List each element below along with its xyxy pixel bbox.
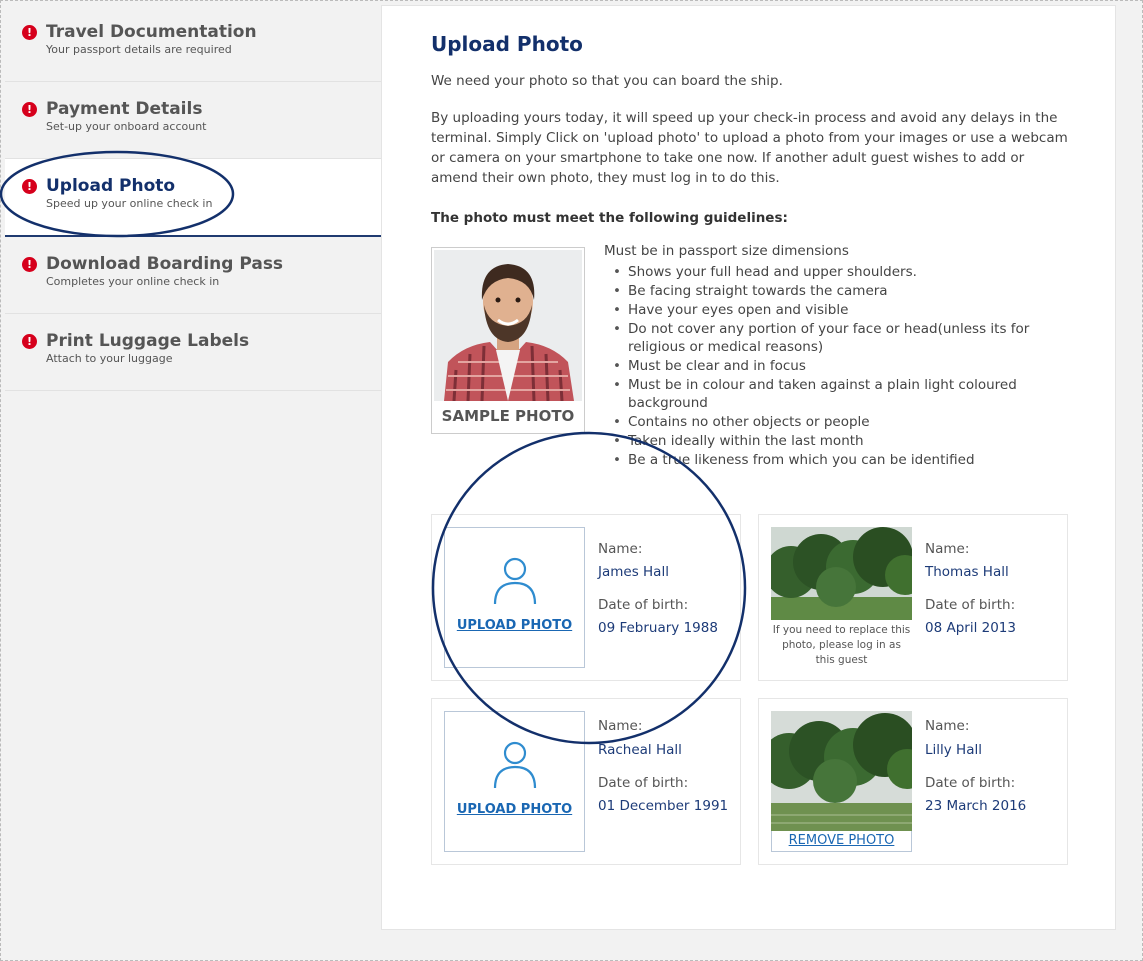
guest-name: James Hall — [598, 564, 669, 580]
sample-photo: SAMPLE PHOTO — [431, 247, 585, 434]
sidebar-item-travel-documentation[interactable]: ! Travel Documentation Your passport det… — [5, 5, 381, 82]
upload-photo-panel: Upload Photo We need your photo so that … — [381, 5, 1116, 930]
guideline-item: Have your eyes open and visible — [613, 301, 1048, 319]
replace-photo-note: If you need to replace this photo, pleas… — [772, 624, 911, 666]
name-label: Name: — [598, 718, 643, 734]
guideline-item: Must be in colour and taken against a pl… — [613, 376, 1048, 412]
sidebar-item-print-luggage-labels[interactable]: ! Print Luggage Labels Attach to your lu… — [5, 314, 381, 391]
remove-photo-button[interactable]: REMOVE PHOTO — [771, 831, 912, 852]
sidebar-item-title: Print Luggage Labels — [46, 331, 250, 351]
upload-photo-slot[interactable]: UPLOAD PHOTO — [444, 527, 585, 668]
sidebar-item-title: Upload Photo — [46, 176, 176, 196]
dob-label: Date of birth: — [598, 775, 689, 791]
guest-name: Racheal Hall — [598, 742, 682, 758]
guest-name: Thomas Hall — [925, 564, 1009, 580]
guideline-item: Taken ideally within the last month — [613, 432, 1048, 450]
checkin-steps-sidebar: ! Travel Documentation Your passport det… — [5, 5, 381, 391]
guest-card-james-hall: UPLOAD PHOTO Name: James Hall Date of bi… — [431, 514, 741, 681]
page-title: Upload Photo — [431, 32, 583, 56]
alert-icon: ! — [22, 257, 37, 272]
guideline-item: Be facing straight towards the camera — [613, 282, 1048, 300]
name-label: Name: — [598, 541, 643, 557]
person-icon — [493, 557, 537, 605]
sidebar-item-download-boarding-pass[interactable]: ! Download Boarding Pass Completes your … — [5, 237, 381, 314]
guest-dob: 09 February 1988 — [598, 620, 718, 636]
name-label: Name: — [925, 541, 970, 557]
guest-dob: 23 March 2016 — [925, 798, 1027, 814]
alert-icon: ! — [22, 334, 37, 349]
sidebar-item-subtitle: Attach to your luggage — [46, 352, 173, 365]
sidebar-item-subtitle: Set-up your onboard account — [46, 120, 207, 133]
guest-dob: 01 December 1991 — [598, 798, 729, 814]
guest-photo-image — [771, 711, 912, 831]
sidebar-item-subtitle: Your passport details are required — [46, 43, 232, 56]
guidelines-list: Shows your full head and upper shoulders… — [613, 263, 1048, 470]
guest-photo-image — [771, 527, 912, 620]
guidelines-heading: The photo must meet the following guidel… — [431, 210, 788, 226]
sidebar-item-title: Payment Details — [46, 99, 203, 119]
sidebar-item-upload-photo[interactable]: ! Upload Photo Speed up your online chec… — [5, 159, 381, 237]
guest-name: Lilly Hall — [925, 742, 982, 758]
intro-text: We need your photo so that you can board… — [431, 73, 783, 89]
sidebar-item-title: Travel Documentation — [46, 22, 257, 42]
guideline-item: Contains no other objects or people — [613, 413, 1048, 431]
guideline-item: Must be clear and in focus — [613, 357, 1048, 375]
rules-intro: Must be in passport size dimensions — [604, 243, 849, 259]
guest-dob: 08 April 2013 — [925, 620, 1016, 636]
dob-label: Date of birth: — [925, 775, 1016, 791]
dob-label: Date of birth: — [925, 597, 1016, 613]
dob-label: Date of birth: — [598, 597, 689, 613]
sample-photo-label: SAMPLE PHOTO — [441, 407, 575, 425]
upload-photo-link[interactable]: UPLOAD PHOTO — [445, 802, 584, 818]
guest-card-lilly-hall: REMOVE PHOTO Name: Lilly Hall Date of bi… — [758, 698, 1068, 865]
name-label: Name: — [925, 718, 970, 734]
guest-photo: REMOVE PHOTO — [771, 711, 912, 852]
guideline-item: Do not cover any portion of your face or… — [613, 320, 1048, 356]
upload-photo-slot[interactable]: UPLOAD PHOTO — [444, 711, 585, 852]
guest-photo: If you need to replace this photo, pleas… — [771, 527, 912, 668]
person-icon — [493, 741, 537, 789]
description-text: By uploading yours today, it will speed … — [431, 110, 1068, 186]
guest-card-racheal-hall: UPLOAD PHOTO Name: Racheal Hall Date of … — [431, 698, 741, 865]
alert-icon: ! — [22, 102, 37, 117]
alert-icon: ! — [22, 179, 37, 194]
sidebar-item-title: Download Boarding Pass — [46, 254, 284, 274]
alert-icon: ! — [22, 25, 37, 40]
upload-photo-link[interactable]: UPLOAD PHOTO — [445, 618, 584, 634]
guest-card-thomas-hall: If you need to replace this photo, pleas… — [758, 514, 1068, 681]
sample-photo-image — [434, 250, 582, 401]
sidebar-item-subtitle: Completes your online check in — [46, 275, 220, 288]
guideline-item: Shows your full head and upper shoulders… — [613, 263, 1048, 281]
sidebar-item-subtitle: Speed up your online check in — [46, 197, 213, 210]
sidebar-item-payment-details[interactable]: ! Payment Details Set-up your onboard ac… — [5, 82, 381, 159]
guideline-item: Be a true likeness from which you can be… — [613, 451, 1048, 469]
